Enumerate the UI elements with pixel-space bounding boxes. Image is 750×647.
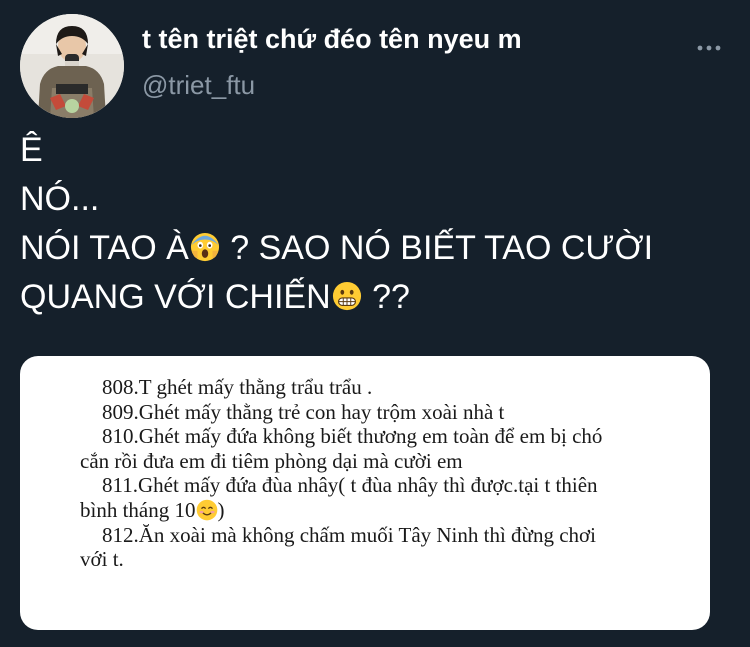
tweet-line: NÓ... (20, 180, 100, 218)
media-line-segment: ) (217, 497, 225, 522)
more-options-button[interactable] (694, 36, 724, 60)
media-line: 809.Ghét mấy thằng trẻ con hay trộm xoài… (102, 399, 505, 424)
media-line-segment: bình tháng 10 (80, 497, 196, 522)
tweet-line-segment: NÓI TAO À (20, 229, 189, 267)
tweet-line: QUANG VỚI CHIẾN ?? (20, 273, 730, 322)
media-line: bình tháng 10 ) (80, 498, 690, 523)
grimacing-face-icon (332, 281, 361, 311)
tweet-line-segment: ? SAO NÓ BIẾT TAO CƯỜI (220, 229, 654, 267)
media-line: 808.T ghét mấy thằng trẩu trẩu . (102, 375, 373, 399)
avatar-photo (20, 14, 124, 118)
smiling-face-with-smiling-eyes-icon (196, 499, 217, 521)
face-screaming-in-fear-icon (190, 232, 219, 262)
tweet-text: Ê NÓ... NÓI TAO À ? SAO NÓ BIẾT TAO CƯỜI… (20, 126, 730, 322)
tweet-line-segment: QUANG VỚI CHIẾN (20, 278, 331, 316)
tweet-line: Ê (20, 131, 43, 169)
media-line: cắn rồi đưa em đi tiêm phòng dại mà cười… (80, 448, 463, 473)
tweet-line-segment: ?? (362, 278, 410, 316)
media-line: 811.Ghét mấy đứa đùa nhây( t đùa nhây th… (102, 473, 598, 498)
media-text: 808.T ghét mấy thằng trẩu trẩu . 809.Ghé… (80, 375, 690, 572)
tweet-media-image[interactable]: 808.T ghét mấy thằng trẩu trẩu . 809.Ghé… (20, 356, 710, 630)
user-handle[interactable]: @triet_ftu (142, 70, 255, 101)
media-line: 812.Ăn xoài mà không chấm muối Tây Ninh … (102, 522, 596, 547)
media-line: với t. (80, 547, 124, 572)
media-line: 810.Ghét mấy đứa không biết thương em to… (102, 424, 603, 449)
display-name[interactable]: t tên triệt chứ đéo tên nyeu m (142, 24, 522, 55)
avatar[interactable] (20, 14, 124, 118)
tweet-line: NÓI TAO À ? SAO NÓ BIẾT TAO CƯỜI (20, 224, 730, 273)
more-horizontal-icon (697, 45, 721, 51)
